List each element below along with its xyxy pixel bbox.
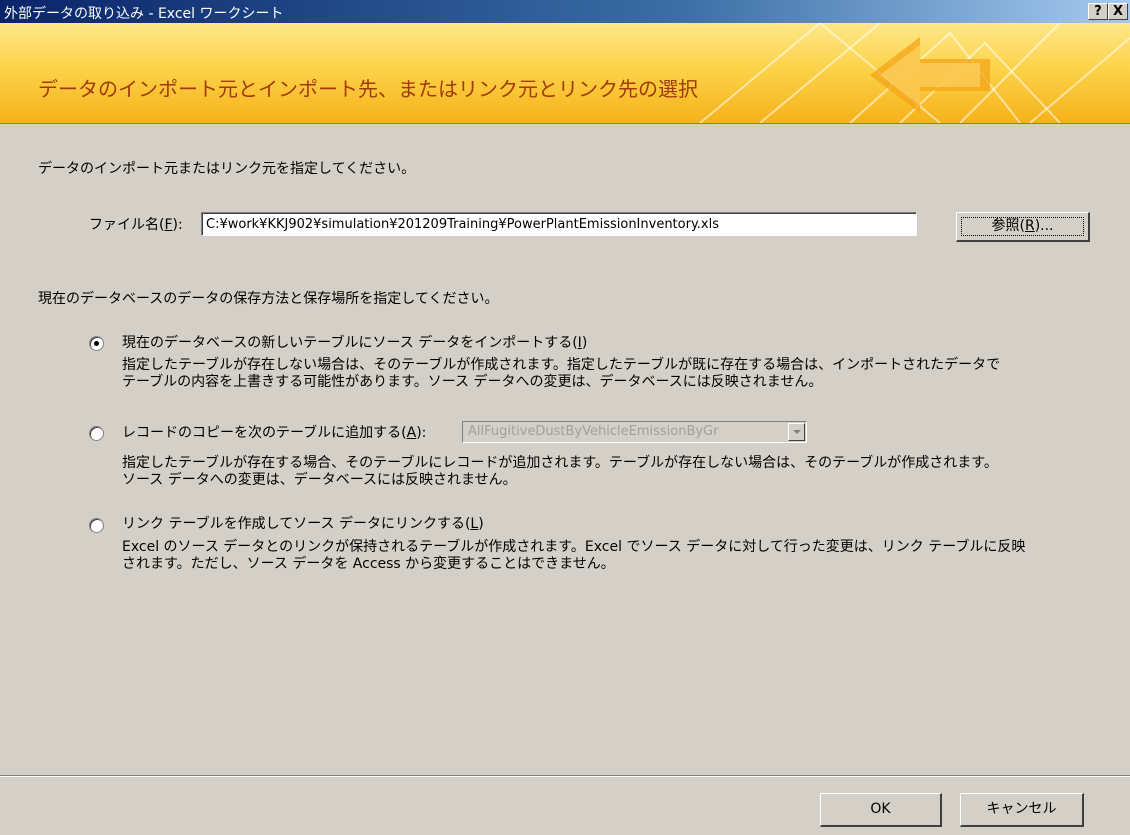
title-bar[interactable]: 外部データの取り込み - Excel ワークシート ? X [0, 0, 1130, 23]
append-table-value: AllFugitiveDustByVehicleEmissionByGr [468, 424, 719, 439]
help-button[interactable]: ? [1088, 3, 1108, 20]
ok-button[interactable]: OK [820, 793, 942, 827]
link-table-description: Excel のソース データとのリンクが保持されるテーブルが作成されます。Exc… [122, 539, 1026, 572]
import-new-table-description: 指定したテーブルが存在しない場合は、そのテーブルが作成されます。指定したテーブル… [122, 357, 1001, 390]
import-new-table-radio[interactable] [89, 336, 104, 351]
append-table-label[interactable]: レコードのコピーを次のテーブルに追加する(A): [122, 422, 426, 442]
import-dialog: 外部データの取り込み - Excel ワークシート ? X データのインポート元… [0, 0, 1130, 835]
header-banner: データのインポート元とインポート先、またはリンク元とリンク先の選択 [0, 23, 1130, 123]
close-button[interactable]: X [1108, 3, 1128, 20]
chevron-down-icon[interactable] [788, 423, 805, 441]
append-table-radio[interactable] [89, 426, 104, 441]
source-instruction: データのインポート元またはリンク元を指定してください。 [38, 161, 416, 177]
footer-divider-highlight [0, 776, 1130, 777]
link-table-radio[interactable] [89, 518, 104, 533]
link-table-label[interactable]: リンク テーブルを作成してソース データにリンクする(L) [122, 513, 484, 533]
browse-button[interactable]: 参照(R)... [956, 212, 1090, 242]
append-table-select[interactable]: AllFugitiveDustByVehicleEmissionByGr [462, 421, 807, 443]
cancel-button[interactable]: キャンセル [960, 793, 1084, 827]
banner-divider [0, 123, 1130, 124]
file-name-label: ファイル名(F): [89, 217, 183, 233]
destination-instruction: 現在のデータベースのデータの保存方法と保存場所を指定してください。 [38, 291, 499, 307]
file-name-input[interactable] [201, 212, 917, 236]
import-new-table-label[interactable]: 現在のデータベースの新しいテーブルにソース データをインポートする(I) [122, 332, 587, 352]
window-title: 外部データの取り込み - Excel ワークシート [4, 6, 284, 22]
append-table-description: 指定したテーブルが存在する場合、そのテーブルにレコードが追加されます。テーブルが… [122, 455, 998, 488]
banner-heading: データのインポート元とインポート先、またはリンク元とリンク先の選択 [38, 77, 698, 101]
